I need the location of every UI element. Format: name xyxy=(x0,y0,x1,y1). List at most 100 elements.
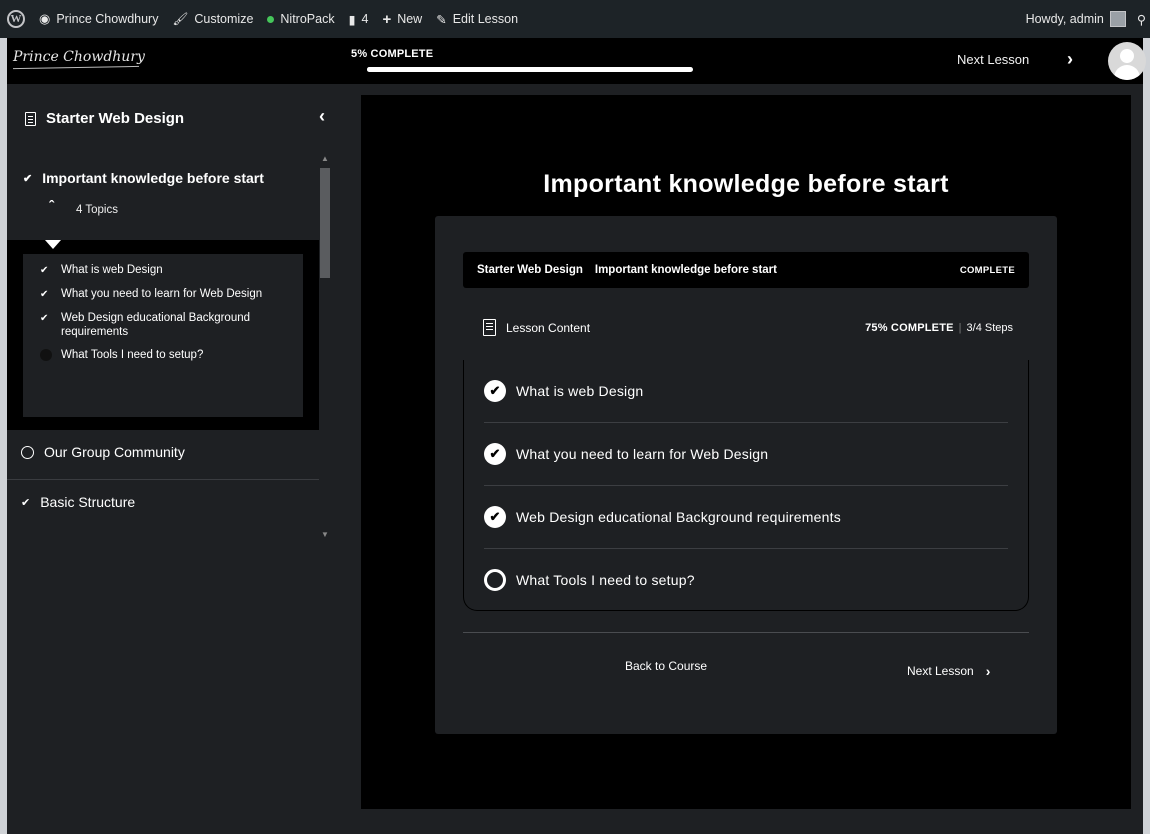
checkmark-icon: ✔ xyxy=(484,506,506,528)
lesson-content-area: Important knowledge before start Starter… xyxy=(361,95,1131,809)
topics-toggle[interactable]: ˆ 4 Topics xyxy=(49,198,118,216)
topic-label: What you need to learn for Web Design xyxy=(516,446,769,462)
checkmark-icon: ✔ xyxy=(40,265,49,276)
scroll-thumb[interactable] xyxy=(320,168,330,278)
avatar-head-shape xyxy=(1120,49,1134,63)
course-title-link[interactable]: Starter Web Design xyxy=(25,110,184,127)
course-progress-fill xyxy=(367,67,384,72)
nitropack-label: NitroPack xyxy=(280,12,335,26)
topic-item[interactable]: ✔ What is web Design xyxy=(484,360,1008,422)
customize-link[interactable]: 🖌 Customize xyxy=(165,0,260,38)
account-menu[interactable]: Howdy, admin xyxy=(1019,0,1133,38)
lesson-card: Starter Web Design Important knowledge b… xyxy=(435,216,1057,734)
sidebar-topic-label: Web Design educational Background requir… xyxy=(61,312,251,338)
scroll-down-arrow-icon[interactable]: ▼ xyxy=(321,530,329,539)
sidebar-topic-item[interactable]: ✔ Web Design educational Background requ… xyxy=(23,311,303,339)
wordpress-logo-icon: W xyxy=(7,10,25,28)
caret-down-icon xyxy=(45,240,61,249)
admin-avatar xyxy=(1109,11,1126,27)
nitropack-link[interactable]: NitroPack xyxy=(260,0,341,38)
incomplete-circle-icon xyxy=(21,445,34,459)
topic-label: What is web Design xyxy=(516,383,644,399)
course-progress-label: 5% COMPLETE xyxy=(351,48,434,60)
checkmark-icon: ✔ xyxy=(21,496,31,509)
sidebar-topic-item[interactable]: What Tools I need to setup? xyxy=(23,348,303,362)
checkmark-icon: ✔ xyxy=(40,313,49,324)
course-sidebar: Starter Web Design ‹ ▲ ▼ ✔ Important kno… xyxy=(7,84,333,834)
incomplete-circle-icon xyxy=(484,569,506,591)
course-progress-bar xyxy=(367,67,693,72)
topic-label: What Tools I need to setup? xyxy=(516,572,695,588)
customize-label: Customize xyxy=(194,12,254,26)
chevron-right-icon: › xyxy=(985,663,991,679)
status-badge: COMPLETE xyxy=(959,264,1015,276)
sidebar-topic-label: What you need to learn for Web Design xyxy=(61,288,263,300)
comments-count: 4 xyxy=(361,12,369,26)
checkmark-icon: ✔ xyxy=(23,172,33,185)
comment-icon: ▮ xyxy=(348,12,356,27)
sidebar-lesson-item[interactable]: ✔ Basic Structure xyxy=(7,494,319,510)
topic-item[interactable]: ✔ What you need to learn for Web Design xyxy=(484,423,1008,485)
topics-count: 4 Topics xyxy=(76,204,118,216)
sidebar-lesson-label: Basic Structure xyxy=(40,494,136,510)
lesson-content-label: Lesson Content xyxy=(506,320,591,335)
topic-list: ✔ What is web Design ✔ What you need to … xyxy=(463,360,1029,611)
scroll-up-arrow-icon[interactable]: ▲ xyxy=(321,154,329,163)
learndash-focus-mode: Prince Chowdhury 5% COMPLETE Next Lesson… xyxy=(7,38,1146,834)
edit-lesson-label: Edit Lesson xyxy=(452,12,519,26)
checkmark-icon: ✔ xyxy=(484,443,506,465)
status-dot-icon xyxy=(267,15,275,23)
site-logo[interactable]: Prince Chowdhury xyxy=(13,49,145,65)
sidebar-lesson-active[interactable]: ✔ Important knowledge before start ˆ 4 T… xyxy=(23,170,313,216)
plus-icon: + xyxy=(382,10,392,28)
checkmark-icon: ✔ xyxy=(484,380,506,402)
topic-item[interactable]: What Tools I need to setup? xyxy=(484,549,1008,611)
pencil-icon: ✎ xyxy=(436,12,447,27)
document-icon xyxy=(25,111,36,126)
sidebar-lesson-item[interactable]: Our Group Community xyxy=(7,444,319,460)
admin-bar: W ◉ Prince Chowdhury 🖌 Customize NitroPa… xyxy=(0,0,1150,38)
admin-search-button[interactable]: ⚲ xyxy=(1133,0,1150,38)
avatar-body-shape xyxy=(1114,65,1140,80)
lesson-content-header: Lesson Content 75% COMPLETE | 3/4 Steps xyxy=(483,319,1013,336)
new-label: New xyxy=(397,12,423,26)
sidebar-scrollbar[interactable]: ▲ ▼ xyxy=(319,154,331,544)
separator-bar: | xyxy=(958,321,962,334)
sidebar-lesson-label: Our Group Community xyxy=(44,444,185,460)
breadcrumb-course-link[interactable]: Starter Web Design xyxy=(477,264,583,276)
caret-up-icon: ˆ xyxy=(49,198,54,215)
course-title: Starter Web Design xyxy=(46,110,185,127)
back-to-course-link[interactable]: Back to Course xyxy=(625,659,707,673)
next-lesson-label: Next Lesson xyxy=(907,664,974,678)
search-icon: ⚲ xyxy=(1136,12,1146,27)
divider xyxy=(7,479,319,480)
divider xyxy=(463,632,1029,633)
sidebar-topic-item[interactable]: ✔ What you need to learn for Web Design xyxy=(23,287,303,302)
sidebar-collapse-chevron-icon[interactable]: ‹ xyxy=(319,106,325,127)
next-lesson-button[interactable]: Next Lesson › xyxy=(907,663,990,679)
lesson-percent-complete: 75% COMPLETE xyxy=(865,321,954,334)
user-avatar[interactable] xyxy=(1108,42,1146,80)
sidebar-topic-label: What Tools I need to setup? xyxy=(61,349,204,361)
comments-link[interactable]: ▮ 4 xyxy=(342,0,376,38)
focus-header: Prince Chowdhury 5% COMPLETE Next Lesson… xyxy=(7,38,1146,84)
sidebar-topic-label: What is web Design xyxy=(61,264,163,276)
site-name-link[interactable]: ◉ Prince Chowdhury xyxy=(32,0,165,38)
incomplete-circle-icon xyxy=(40,349,52,361)
edit-lesson-link[interactable]: ✎ Edit Lesson xyxy=(429,0,525,38)
topic-item[interactable]: ✔ Web Design educational Background requ… xyxy=(484,486,1008,548)
site-name-label: Prince Chowdhury xyxy=(56,12,159,26)
topic-label: Web Design educational Background requir… xyxy=(516,509,841,525)
checkmark-icon: ✔ xyxy=(40,289,49,300)
dashboard-icon: ◉ xyxy=(39,11,51,26)
chevron-right-icon[interactable]: › xyxy=(1067,49,1073,70)
wp-logo-menu[interactable]: W xyxy=(0,0,32,38)
lesson-progress-status: 75% COMPLETE | 3/4 Steps xyxy=(865,322,1013,334)
sidebar-topic-item[interactable]: ✔ What is web Design xyxy=(23,263,303,278)
topics-panel: ✔ What is web Design ✔ What you need to … xyxy=(7,240,319,430)
new-content-link[interactable]: + New xyxy=(375,0,429,38)
header-next-lesson-link[interactable]: Next Lesson xyxy=(957,52,1029,67)
howdy-label: Howdy, admin xyxy=(1025,12,1104,26)
breadcrumb: Starter Web Design Important knowledge b… xyxy=(463,252,1029,288)
breadcrumb-lesson-link[interactable]: Important knowledge before start xyxy=(595,264,777,276)
